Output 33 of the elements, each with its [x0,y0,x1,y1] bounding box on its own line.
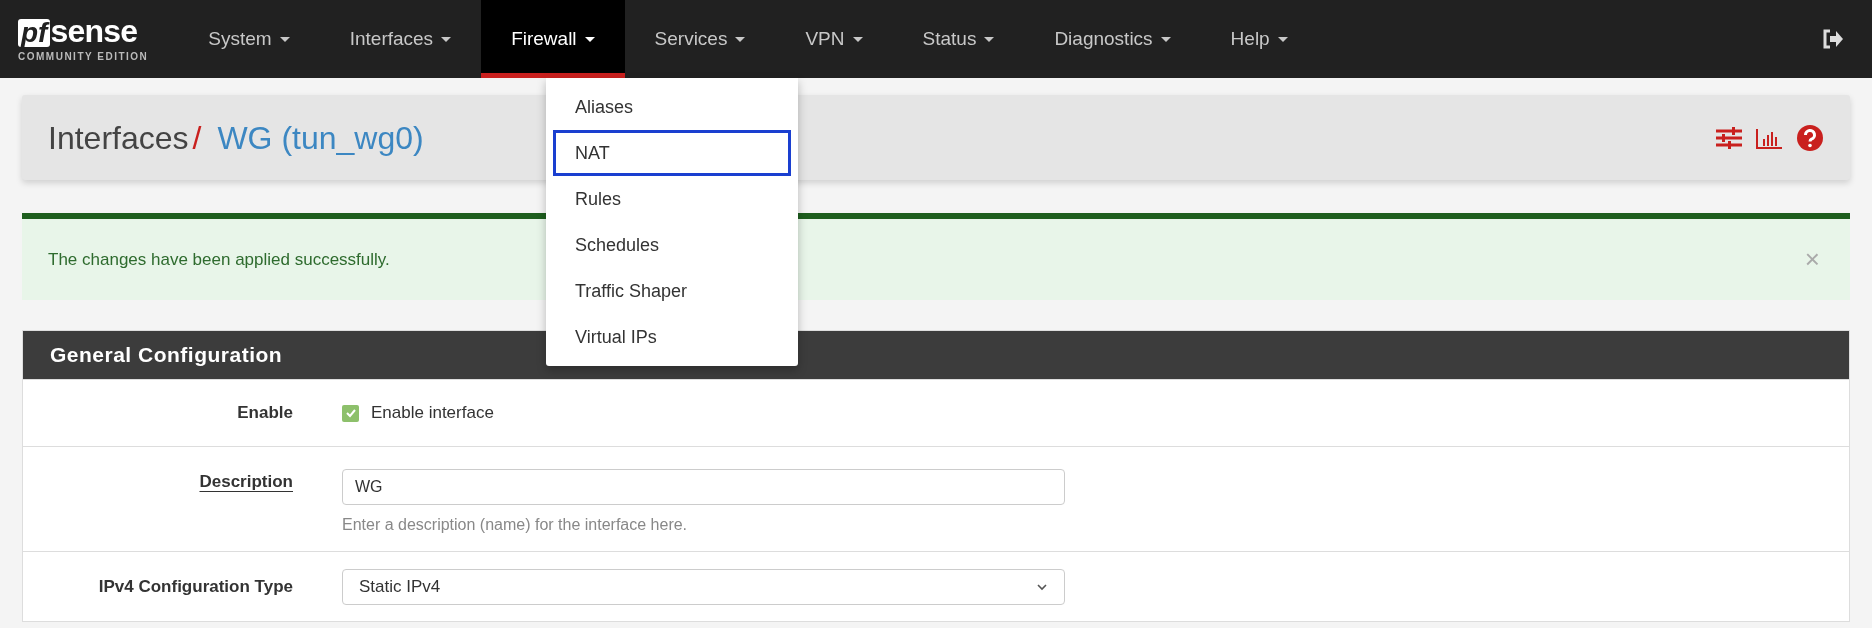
field-label: Description [199,472,293,491]
nav-menu[interactable]: Status [892,0,1025,78]
menu-item[interactable]: NAT [553,130,791,176]
field-label: IPv4 Configuration Type [98,576,293,596]
chevron-down-icon [1036,582,1048,591]
help-icon[interactable] [1796,123,1824,152]
nav-menu[interactable]: Interfaces [319,0,482,78]
panel-title: General Configuration [50,342,283,369]
nav-menu[interactable]: Help [1200,0,1318,78]
breadcrumb-separator: / [192,118,202,158]
menu-item[interactable]: Traffic Shaper [553,268,791,314]
nav-menu[interactable]: System [178,0,320,78]
menu-item[interactable]: Aliases [553,84,791,130]
checkmark-icon [344,407,357,419]
alert-message: The changes have been applied successfully. [48,248,390,271]
sliders-icon[interactable] [1716,126,1742,149]
logo: pfsense COMMUNITY EDITION [18,11,149,64]
nav-menu[interactable]: Services [624,0,776,78]
bar-chart-icon[interactable] [1756,126,1782,149]
select-field[interactable]: Static IPv4 [342,568,1065,605]
checkbox[interactable] [342,404,359,422]
field-label: Enable [237,403,293,423]
help-text: Enter a description (name) for the interface here. [342,515,689,535]
checkbox-label: Enable interface [371,402,494,425]
nav-menu[interactable]: Firewall [481,0,625,78]
logout-icon[interactable] [1822,29,1844,49]
menu-item[interactable]: Schedules [553,222,791,268]
breadcrumb-parent[interactable]: Interfaces [48,113,189,162]
nav-menu[interactable]: Diagnostics [1024,0,1201,78]
menu-item[interactable]: Virtual IPs [553,314,791,360]
nav-menu[interactable]: VPN [775,0,893,78]
menu-item[interactable]: Rules [553,176,791,222]
description-input[interactable]: WG [342,469,1065,505]
